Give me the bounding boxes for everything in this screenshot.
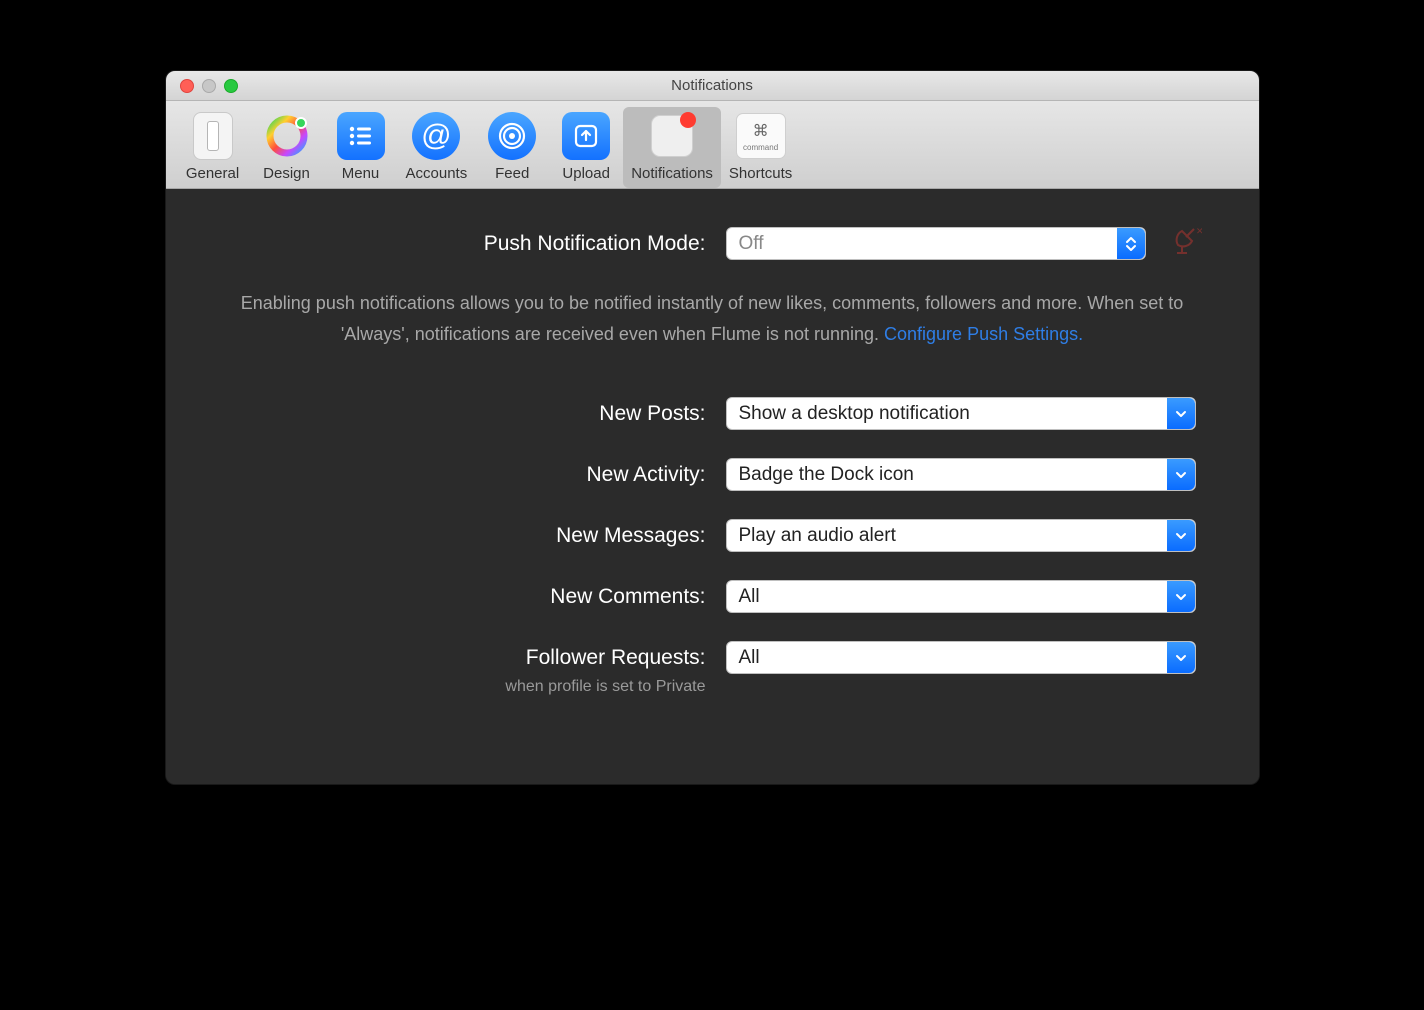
new-messages-label: New Messages: [206,524,726,548]
new-messages-value: Play an audio alert [739,525,896,547]
tab-general[interactable]: General [176,107,250,188]
new-activity-select[interactable]: Badge the Dock icon [726,458,1196,491]
titlebar: Notifications [166,71,1259,101]
chevron-down-icon [1167,398,1195,429]
upload-icon [561,111,611,161]
new-posts-value: Show a desktop notification [739,403,970,425]
new-activity-label: New Activity: [206,463,726,487]
close-window-button[interactable] [180,79,194,93]
tab-accounts[interactable]: @ Accounts [398,107,476,188]
new-messages-select[interactable]: Play an audio alert [726,519,1196,552]
new-comments-select[interactable]: All [726,580,1196,613]
push-mode-label: Push Notification Mode: [206,232,726,256]
new-posts-label: New Posts: [206,402,726,426]
push-mode-select[interactable]: Off [726,227,1146,260]
tab-label: Notifications [631,165,713,182]
traffic-lights [166,79,238,93]
follower-requests-sublabel: when profile is set to Private [206,678,726,696]
chevron-down-icon [1167,520,1195,551]
minimize-window-button[interactable] [202,79,216,93]
notification-badge-icon [647,111,697,161]
tab-label: Menu [342,165,380,182]
satellite-dish-icon: ✕ [1172,227,1202,260]
follower-requests-label: Follower Requests: [206,646,726,670]
tab-label: Upload [562,165,610,182]
tab-upload[interactable]: Upload [549,107,623,188]
new-posts-select[interactable]: Show a desktop notification [726,397,1196,430]
keyboard-key-icon: ⌘ command [736,111,786,161]
new-comments-label: New Comments: [206,585,726,609]
push-mode-value: Off [739,233,764,255]
svg-text:✕: ✕ [1196,227,1202,236]
tab-label: Feed [495,165,529,182]
tab-design[interactable]: Design [250,107,324,188]
new-comments-value: All [739,586,760,608]
tab-shortcuts[interactable]: ⌘ command Shortcuts [721,107,800,188]
color-ring-icon [262,111,312,161]
window-title: Notifications [166,77,1259,94]
chevron-down-icon [1167,459,1195,490]
tab-notifications[interactable]: Notifications [623,107,721,188]
chevron-down-icon [1167,642,1195,673]
follower-requests-select[interactable]: All [726,641,1196,674]
stepper-chevrons-icon [1117,228,1145,259]
tab-label: Shortcuts [729,165,792,182]
broadcast-icon [487,111,537,161]
preferences-toolbar: General [166,101,1259,189]
tab-menu[interactable]: Menu [324,107,398,188]
at-sign-icon: @ [411,111,461,161]
tab-label: General [186,165,239,182]
tab-feed[interactable]: Feed [475,107,549,188]
configure-push-link[interactable]: Configure Push Settings. [884,324,1083,344]
preferences-window: Notifications General [165,70,1260,785]
tab-label: Design [263,165,310,182]
content-pane: Push Notification Mode: Off ✕ Enabling p… [166,189,1259,784]
zoom-window-button[interactable] [224,79,238,93]
chevron-down-icon [1167,581,1195,612]
push-description: Enabling push notifications allows you t… [226,288,1199,349]
follower-requests-value: All [739,647,760,669]
tab-label: Accounts [406,165,468,182]
new-activity-value: Badge the Dock icon [739,464,914,486]
switch-icon [188,111,238,161]
list-icon [336,111,386,161]
